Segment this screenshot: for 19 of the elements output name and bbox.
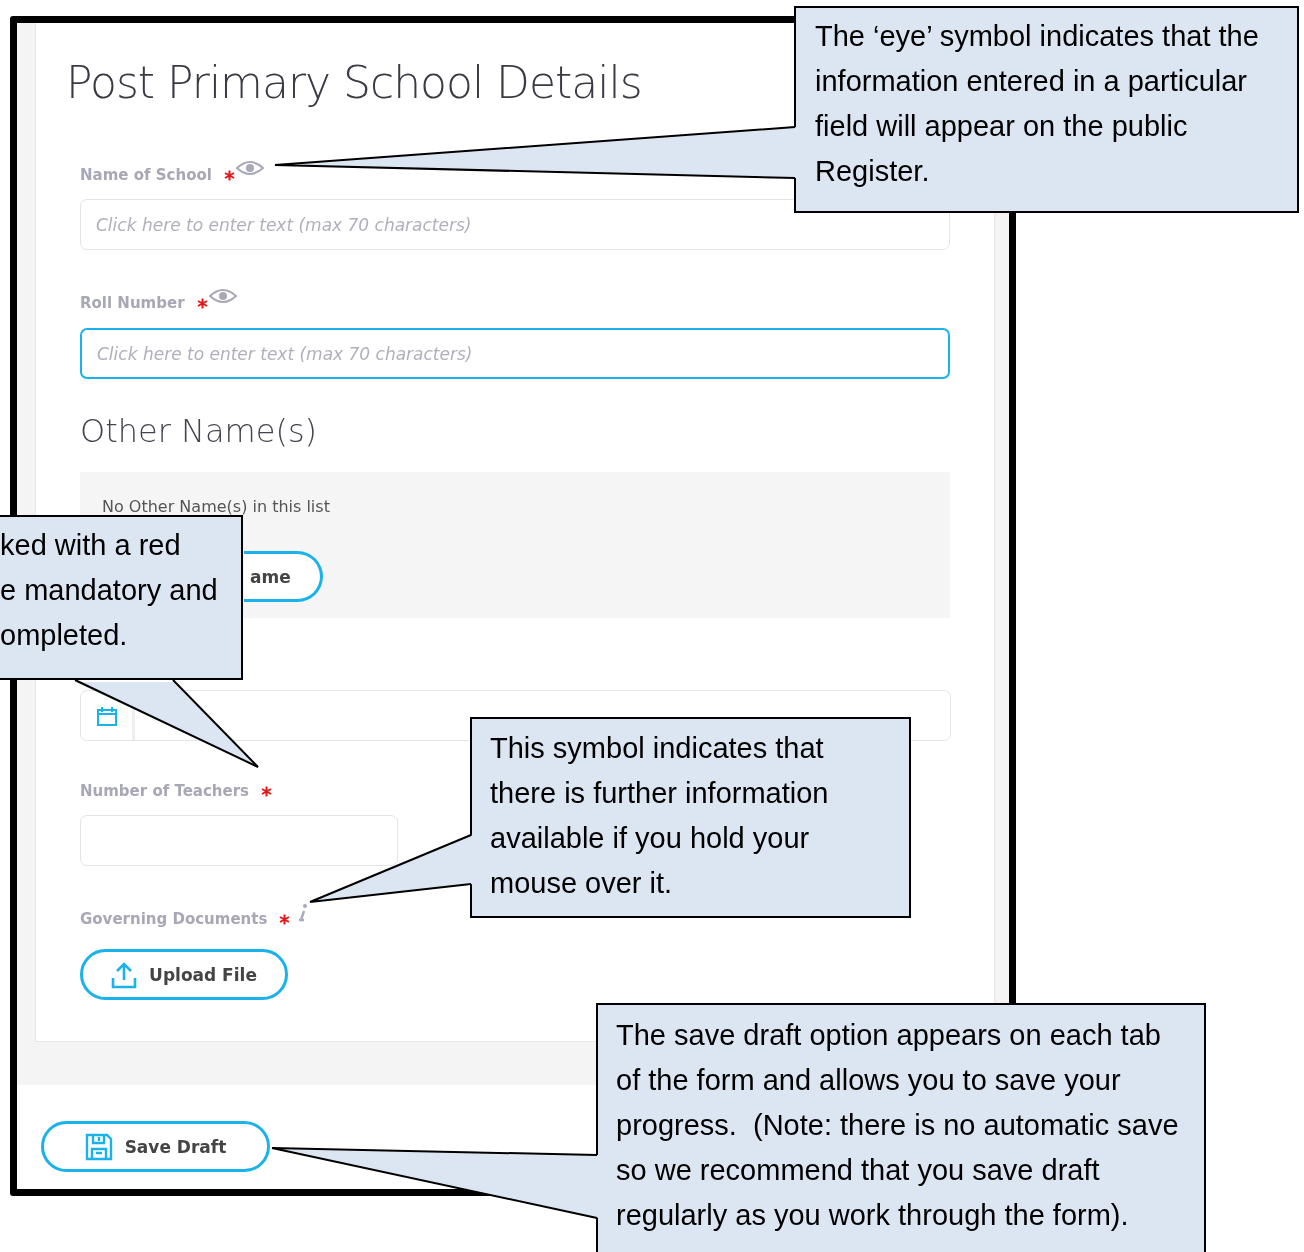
text-field[interactable]: Click here to enter text (max 70 characters) <box>80 328 950 379</box>
save-icon <box>84 1132 113 1161</box>
save-draft-button[interactable]: Save Draft <box>41 1121 270 1172</box>
callout-text: The ‘eye’ symbol indicates that the information entered in a particular field will appear on the public Register. <box>815 19 1259 189</box>
add-name-button[interactable]: ame <box>244 551 323 602</box>
callout-text: This symbol indicates that there is further information available if you hold your mouse over it. <box>490 731 829 901</box>
info-icon[interactable] <box>298 903 309 923</box>
section-heading: Other Name(s) <box>80 411 318 451</box>
callout-text: The save draft option appears on each tab of the form and allows you to save your progress. (Note: there is no automatic save so we recommend that you save draft regularly as you work through the form). <box>616 1018 1179 1233</box>
field-label: Name of School <box>80 166 212 184</box>
upload-icon <box>111 960 138 989</box>
field-label: Governing Documents <box>80 910 268 928</box>
empty-list-message: No Other Name(s) in this list <box>102 496 330 518</box>
field-label: Number of Teachers <box>80 782 250 800</box>
field-label: Roll Number <box>80 294 185 312</box>
upload-file-button[interactable]: Upload File <box>80 949 288 1000</box>
page-title: Post Primary School Details <box>66 56 642 110</box>
calendar-icon[interactable] <box>95 704 118 727</box>
callout-text: ked with a red e mandatory and ompleted. <box>0 528 218 653</box>
